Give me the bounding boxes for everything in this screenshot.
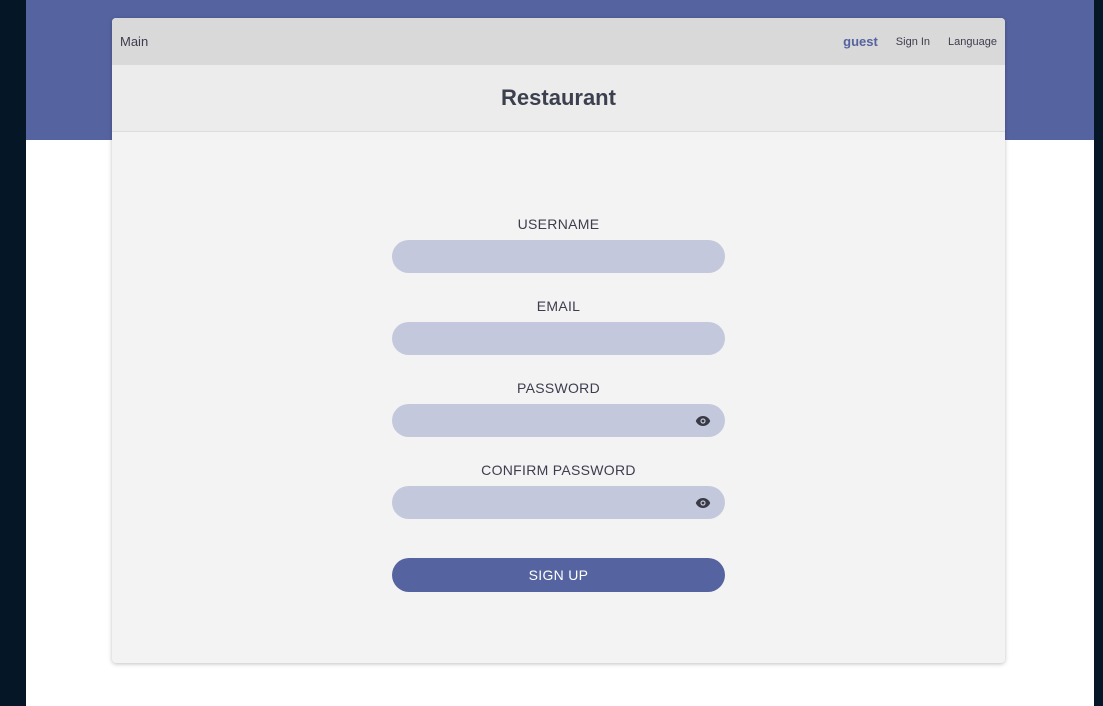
nav-right-group: guest Sign In Language — [843, 34, 997, 49]
email-field-wrap — [392, 322, 725, 355]
page-title: Restaurant — [501, 85, 616, 110]
sign-up-button[interactable]: SIGN UP — [392, 558, 725, 592]
signup-card: Main guest Sign In Language Restaurant U… — [112, 18, 1005, 663]
password-visibility-eye-icon[interactable] — [695, 415, 711, 427]
current-user-label: guest — [843, 34, 878, 49]
email-label: EMAIL — [536, 298, 581, 314]
confirm-password-input[interactable] — [392, 486, 725, 519]
top-navigation: Main guest Sign In Language — [112, 18, 1005, 65]
password-input[interactable] — [392, 404, 725, 437]
nav-sign-in-link[interactable]: Sign In — [896, 36, 930, 48]
email-input[interactable] — [392, 322, 725, 355]
username-input[interactable] — [392, 240, 725, 273]
page-header: Restaurant — [112, 65, 1005, 132]
confirm-password-visibility-eye-icon[interactable] — [695, 497, 711, 509]
username-label: USERNAME — [517, 216, 600, 232]
confirm-password-field-wrap — [392, 486, 725, 519]
nav-language-link[interactable]: Language — [948, 36, 997, 48]
nav-main-link[interactable]: Main — [120, 34, 148, 49]
page-viewport: Main guest Sign In Language Restaurant U… — [26, 0, 1094, 706]
confirm-password-label: CONFIRM PASSWORD — [481, 462, 636, 478]
signup-form: USERNAME EMAIL PASSWORD CONFIRM PASSWORD — [392, 213, 725, 592]
password-label: PASSWORD — [516, 380, 601, 396]
password-field-wrap — [392, 404, 725, 437]
username-field-wrap — [392, 240, 725, 273]
